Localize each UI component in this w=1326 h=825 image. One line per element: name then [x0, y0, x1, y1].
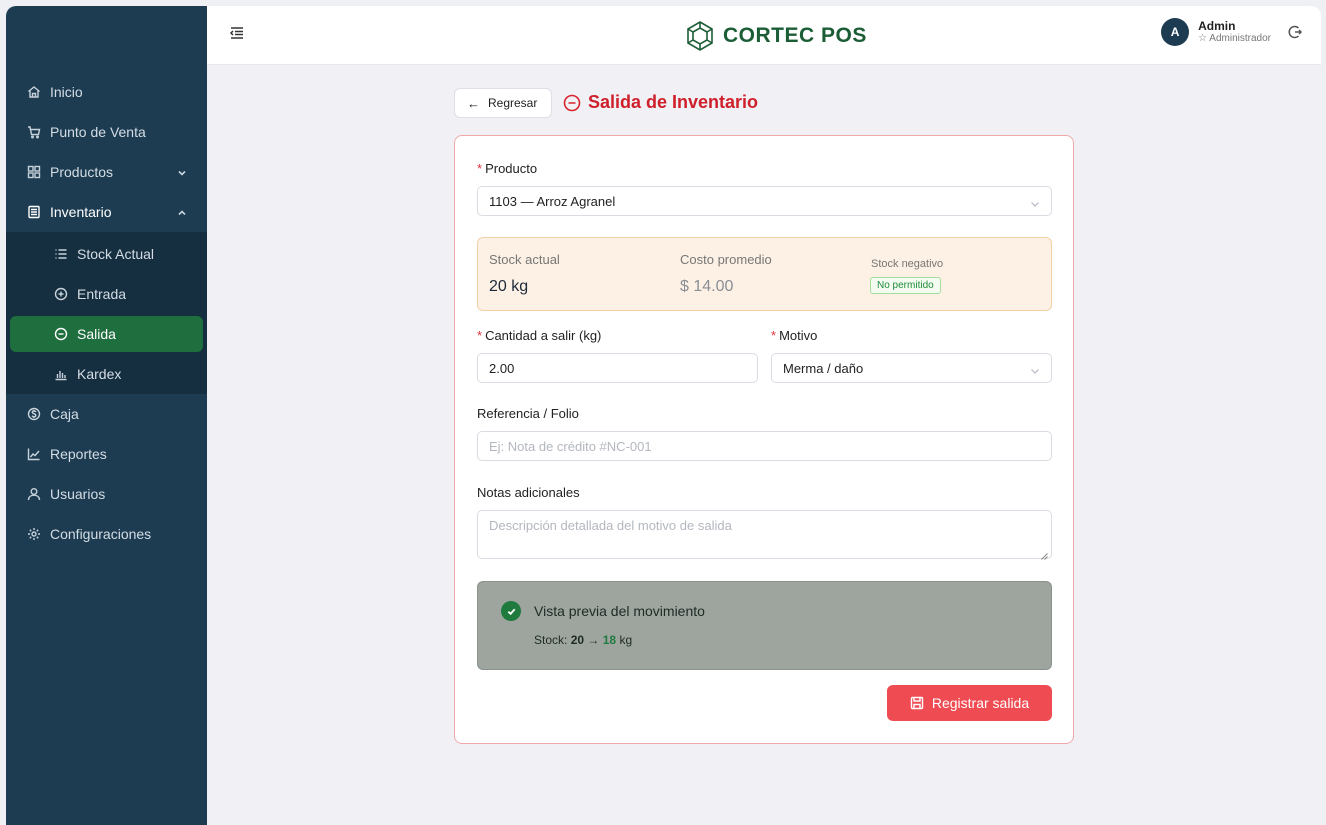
brand: CORTEC POS	[683, 19, 867, 53]
list-icon	[54, 247, 68, 261]
preview-from: 20	[570, 633, 585, 647]
check-circle-icon	[501, 601, 521, 621]
status-badge: No permitido	[870, 277, 941, 294]
user-menu[interactable]: A Admin ☆ Administrador	[1161, 18, 1303, 46]
bar-chart-icon	[54, 367, 68, 381]
user-info: Admin ☆ Administrador	[1198, 19, 1271, 45]
sidebar-item-productos[interactable]: Productos	[6, 152, 207, 192]
save-icon	[910, 696, 924, 710]
required-mark: *	[477, 161, 483, 176]
preview-to: 18	[602, 633, 617, 647]
inventario-submenu: Stock Actual Entrada Salida Kardex	[6, 232, 207, 394]
user-role: ☆ Administrador	[1198, 33, 1271, 45]
chevron-up-icon	[177, 205, 187, 216]
submenu-item-label: Entrada	[77, 286, 127, 302]
sidebar: Inicio Punto de Venta Productos Inventar…	[6, 6, 207, 825]
submenu-item-kardex[interactable]: Kardex	[6, 354, 207, 394]
page-title: Salida de Inventario	[588, 92, 759, 112]
cantidad-input-value: 2.00	[489, 360, 515, 376]
grid-icon	[27, 165, 41, 179]
submenu-item-stock-actual[interactable]: Stock Actual	[6, 234, 207, 274]
sidebar-item-inventario[interactable]: Inventario	[6, 192, 207, 232]
sidebar-item-configuraciones[interactable]: Configuraciones	[6, 514, 207, 554]
sidebar-item-label: Reportes	[50, 446, 107, 462]
plus-circle-icon	[54, 287, 68, 301]
product-select-value: 1103 — Arroz Agranel	[489, 193, 616, 209]
stock-actual-label: Stock actual	[489, 252, 560, 267]
sidebar-item-punto-de-venta[interactable]: Punto de Venta	[6, 112, 207, 152]
notas-label: Notas adicionales	[477, 485, 580, 500]
referencia-input[interactable]: Ej: Nota de crédito #NC-001	[477, 431, 1052, 461]
back-button[interactable]: ← Regresar	[454, 88, 553, 118]
chevron-down-icon	[1030, 364, 1040, 374]
top-header: CORTEC POS A Admin ☆ Administrador	[207, 6, 1321, 65]
gear-icon	[27, 527, 41, 541]
cantidad-input[interactable]: 2.00	[477, 353, 758, 383]
arrow-right: →	[587, 633, 600, 647]
sidebar-item-label: Configuraciones	[50, 526, 152, 542]
user-icon	[27, 487, 41, 501]
notas-textarea[interactable]: Descripción detallada del motivo de sali…	[477, 510, 1052, 560]
registrar-salida-button[interactable]: Registrar salida	[887, 685, 1052, 721]
sidebar-item-caja[interactable]: Caja	[6, 394, 207, 434]
costo-promedio-value: $ 14.00	[680, 278, 734, 295]
sidebar-item-label: Inventario	[50, 204, 112, 220]
preview-unit: kg	[619, 633, 633, 647]
brand-logo-icon	[683, 19, 717, 53]
logout-icon[interactable]	[1287, 24, 1303, 40]
product-label: * Producto	[477, 161, 538, 176]
menu-toggle-icon[interactable]	[229, 25, 245, 41]
submenu-item-label: Stock Actual	[77, 246, 155, 262]
avatar[interactable]: A	[1161, 18, 1190, 46]
sidebar-item-label: Productos	[50, 164, 114, 180]
salida-form-card: * Producto 1103 — Arroz Agranel Stock act…	[454, 135, 1074, 744]
stock-actual-value: 20 kg	[489, 278, 529, 295]
minus-circle-icon	[54, 327, 68, 341]
product-select[interactable]: 1103 — Arroz Agranel	[477, 186, 1052, 216]
motivo-select[interactable]: Merma / daño	[771, 353, 1052, 383]
minus-circle-icon	[563, 94, 581, 112]
home-icon	[27, 85, 41, 99]
submenu-item-salida[interactable]: Salida	[10, 316, 203, 352]
app-window: Inicio Punto de Venta Productos Inventar…	[6, 6, 1321, 825]
resize-handle-icon[interactable]	[1041, 548, 1048, 560]
sidebar-item-usuarios[interactable]: Usuarios	[6, 474, 207, 514]
page-title-wrap: Salida de Inventario	[563, 92, 758, 113]
referencia-placeholder: Ej: Nota de crédito #NC-001	[489, 438, 652, 454]
motivo-select-value: Merma / daño	[783, 360, 864, 376]
dollar-icon	[27, 407, 41, 421]
sidebar-item-label: Usuarios	[50, 486, 106, 502]
sidebar-item-reportes[interactable]: Reportes	[6, 434, 207, 474]
sidebar-item-inicio[interactable]: Inicio	[6, 72, 207, 112]
preview-title: Vista previa del movimiento	[534, 603, 705, 619]
back-button-label: Regresar	[488, 96, 538, 110]
cantidad-label: * Cantidad a salir (kg)	[477, 328, 602, 343]
notas-placeholder: Descripción detallada del motivo de sali…	[489, 518, 732, 533]
sidebar-item-label: Punto de Venta	[50, 124, 146, 140]
sidebar-nav: Inicio Punto de Venta Productos Inventar…	[6, 72, 207, 554]
submenu-item-entrada[interactable]: Entrada	[6, 274, 207, 314]
sidebar-item-label: Inicio	[50, 84, 83, 100]
chevron-down-icon	[1030, 197, 1040, 207]
submenu-item-label: Kardex	[77, 366, 122, 382]
costo-promedio-label: Costo promedio	[680, 252, 772, 267]
submenu-item-label: Salida	[77, 326, 116, 342]
submit-label: Registrar salida	[931, 695, 1030, 711]
preview-stock-line: Stock: 20 → 18 kg	[534, 633, 633, 647]
arrow-left-icon: ←	[467, 95, 480, 111]
inventory-icon	[27, 205, 41, 219]
required-mark: *	[771, 328, 777, 343]
brand-name: CORTEC POS	[723, 24, 867, 47]
referencia-label: Referencia / Folio	[477, 406, 579, 421]
cart-icon	[27, 125, 41, 139]
chevron-down-icon	[177, 165, 187, 176]
motivo-label: * Motivo	[771, 328, 818, 343]
stock-negativo-label: Stock negativo	[871, 258, 944, 270]
chart-line-icon	[27, 447, 41, 461]
stock-info-box: Stock actual 20 kg Costo promedio $ 14.0…	[477, 237, 1052, 311]
sidebar-item-label: Caja	[50, 406, 79, 422]
required-mark: *	[477, 328, 483, 343]
user-name: Admin	[1198, 18, 1236, 33]
preview-panel: Vista previa del movimiento Stock: 20 → …	[477, 581, 1052, 670]
